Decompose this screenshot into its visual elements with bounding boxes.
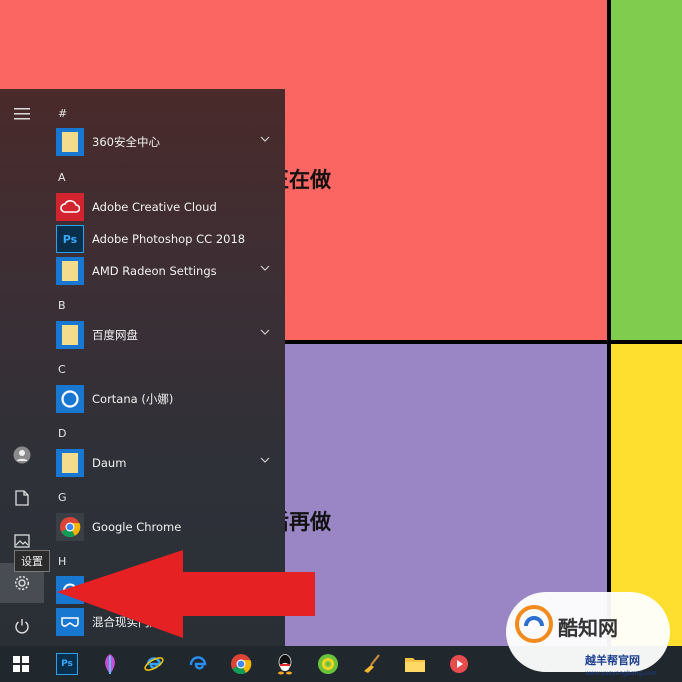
folder-icon bbox=[56, 321, 84, 349]
file-explorer-icon bbox=[405, 658, 425, 672]
chevron-down-icon[interactable] bbox=[260, 457, 270, 463]
chevron-down-icon[interactable] bbox=[260, 136, 270, 142]
photoshop-tile-label: Ps bbox=[62, 232, 78, 246]
taskbar-qq[interactable] bbox=[270, 649, 300, 679]
section-letter[interactable]: B bbox=[58, 299, 66, 312]
cortana-icon bbox=[56, 385, 84, 413]
document-icon bbox=[15, 490, 29, 506]
broom-icon bbox=[364, 654, 380, 673]
section-letter[interactable]: A bbox=[58, 171, 66, 184]
creative-cloud-icon bbox=[56, 193, 84, 221]
ie-icon bbox=[144, 657, 164, 671]
power-icon bbox=[15, 619, 29, 634]
taskbar-photoshop[interactable]: Ps bbox=[52, 649, 82, 679]
user-account-button[interactable] bbox=[0, 435, 44, 475]
chevron-down-icon[interactable] bbox=[260, 329, 270, 335]
feather-icon bbox=[105, 654, 115, 674]
image-icon bbox=[14, 534, 30, 548]
section-letter[interactable]: D bbox=[58, 427, 66, 440]
settings-tooltip: 设置 bbox=[14, 550, 50, 572]
folder-icon bbox=[56, 128, 84, 156]
app-label: 360安全中心 bbox=[92, 135, 160, 149]
edge-icon bbox=[189, 656, 207, 670]
app-label: 百度网盘 bbox=[92, 328, 138, 342]
taskbar-chrome[interactable] bbox=[226, 649, 256, 679]
app-label: Daum bbox=[92, 456, 127, 470]
taskbar-media[interactable] bbox=[444, 649, 474, 679]
app-item-google-chrome[interactable]: Google Chrome bbox=[56, 512, 274, 542]
chevron-down-icon[interactable] bbox=[260, 265, 270, 271]
expand-menu-button[interactable] bbox=[0, 94, 44, 134]
taskbar-edge[interactable] bbox=[183, 649, 213, 679]
photoshop-icon: Ps bbox=[56, 225, 84, 253]
user-icon bbox=[13, 446, 31, 464]
app-label: Adobe Creative Cloud bbox=[92, 200, 217, 214]
chrome-icon bbox=[231, 654, 252, 675]
chrome-icon bbox=[56, 513, 84, 541]
hamburger-icon bbox=[14, 108, 30, 120]
taskbar-cleaner[interactable] bbox=[357, 649, 387, 679]
app-item-cortana[interactable]: Cortana (小娜) bbox=[56, 384, 274, 414]
power-button[interactable] bbox=[0, 606, 44, 646]
section-letter[interactable]: G bbox=[58, 491, 67, 504]
app-item-photoshop[interactable]: Ps Adobe Photoshop CC 2018 bbox=[56, 224, 274, 254]
app-item-360[interactable]: 360安全中心 bbox=[56, 127, 274, 157]
taskbar-file-explorer[interactable] bbox=[400, 649, 430, 679]
app-item-baidu-netdisk[interactable]: 百度网盘 bbox=[56, 320, 274, 350]
section-letter[interactable]: # bbox=[58, 107, 67, 120]
app-label: Adobe Photoshop CC 2018 bbox=[92, 232, 246, 246]
qq-icon bbox=[278, 654, 292, 675]
watermark-subtitle: 越羊帮官网 bbox=[585, 654, 640, 667]
background-panel-green bbox=[611, 0, 682, 340]
photoshop-icon: Ps bbox=[56, 653, 78, 675]
section-letter[interactable]: C bbox=[58, 363, 66, 376]
app-item-creative-cloud[interactable]: Adobe Creative Cloud bbox=[56, 192, 274, 222]
app-item-daum[interactable]: Daum bbox=[56, 448, 274, 478]
gear-icon bbox=[14, 575, 30, 591]
folder-icon bbox=[56, 257, 84, 285]
windows-start-icon bbox=[13, 656, 29, 672]
app-label: Google Chrome bbox=[92, 520, 182, 534]
folder-icon bbox=[56, 449, 84, 477]
red-arrow-annotation bbox=[57, 550, 315, 638]
browser360-icon bbox=[318, 654, 338, 674]
watermark-logo-icon bbox=[515, 605, 553, 643]
app-item-amd-radeon[interactable]: AMD Radeon Settings bbox=[56, 256, 274, 286]
documents-button[interactable] bbox=[0, 478, 44, 518]
watermark-title: 酷知网 bbox=[558, 616, 618, 640]
windows-start-button[interactable] bbox=[6, 649, 36, 679]
taskbar-feather-app[interactable] bbox=[95, 649, 125, 679]
watermark-url: www.yueyangbang.com bbox=[585, 670, 657, 677]
taskbar-ps-label: Ps bbox=[61, 659, 73, 669]
media-icon bbox=[450, 655, 468, 673]
app-label: AMD Radeon Settings bbox=[92, 264, 217, 278]
app-label: Cortana (小娜) bbox=[92, 392, 174, 406]
taskbar-internet-explorer[interactable] bbox=[139, 649, 169, 679]
taskbar-360-browser[interactable] bbox=[313, 649, 343, 679]
